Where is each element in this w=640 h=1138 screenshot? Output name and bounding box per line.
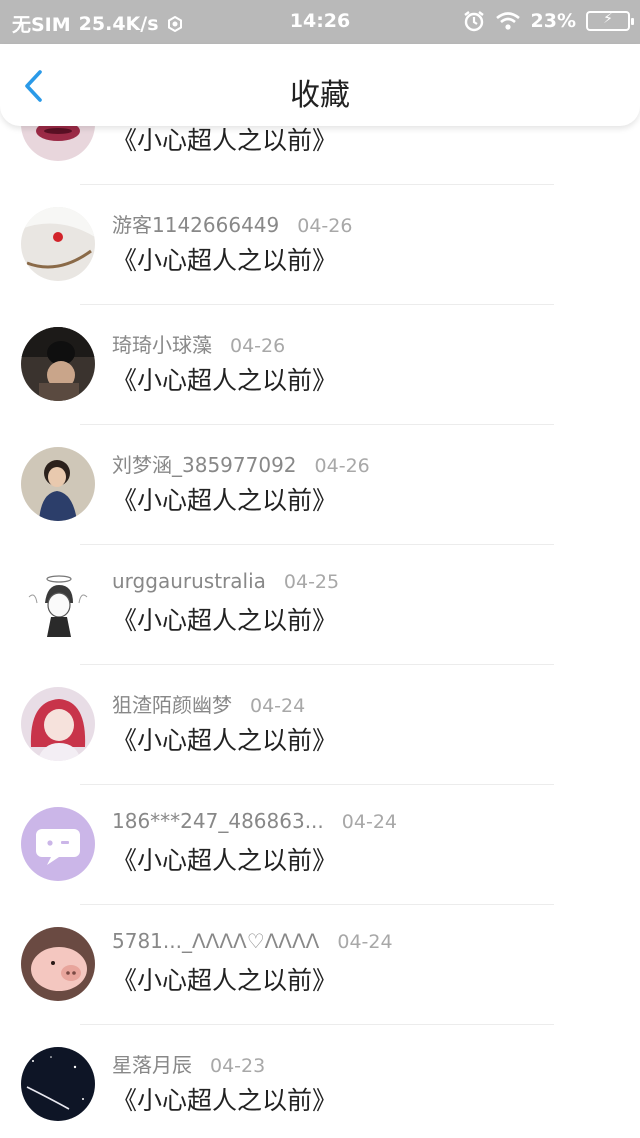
item-title[interactable]: 《小心超人之以前》 — [112, 961, 337, 997]
username[interactable]: 刘梦涵_385977092 — [112, 449, 297, 478]
username[interactable]: 琦琦小球藻 — [112, 329, 212, 358]
date: 04-26 — [230, 335, 286, 357]
anime-girl-avatar[interactable] — [21, 687, 95, 761]
date: 04-23 — [210, 1055, 266, 1077]
list-item[interactable]: 游客1142666449 04-26 《小心超人之以前》 — [0, 185, 640, 305]
date: 04-26 — [314, 455, 370, 477]
lips-avatar[interactable] — [21, 126, 95, 161]
list-item[interactable]: 《小心超人之以前》 — [0, 126, 640, 185]
chat-bubble-avatar[interactable] — [21, 807, 95, 881]
battery-icon: ⚡ — [586, 11, 634, 31]
list-item[interactable]: 刘梦涵_385977092 04-26 《小心超人之以前》 — [0, 425, 640, 545]
alarm-icon — [463, 11, 484, 32]
date: 04-24 — [250, 695, 306, 717]
item-title[interactable]: 《小心超人之以前》 — [112, 241, 337, 277]
page-title: 收藏 — [290, 78, 350, 113]
list-item[interactable]: 狙渣陌颜幽梦 04-24 《小心超人之以前》 — [0, 665, 640, 785]
battery-percent: 23% — [530, 10, 576, 32]
pig-avatar[interactable] — [21, 927, 95, 1001]
item-title[interactable]: 《小心超人之以前》 — [112, 601, 337, 637]
item-title[interactable]: 《小心超人之以前》 — [112, 1081, 337, 1117]
list-item[interactable]: 5781..._ᐱᐱᐱᐱ♡ᐱᐱᐱᐱ 04-24 《小心超人之以前》 — [0, 905, 640, 1025]
list-item[interactable]: 琦琦小球藻 04-26 《小心超人之以前》 — [0, 305, 640, 425]
angel-sketch-avatar[interactable] — [21, 567, 95, 641]
username[interactable]: urggaurustralia — [112, 569, 266, 593]
bracelet-avatar[interactable] — [21, 207, 95, 281]
item-title[interactable]: 《小心超人之以前》 — [112, 361, 337, 397]
date: 04-26 — [297, 215, 353, 237]
date: 04-24 — [337, 931, 393, 953]
date: 04-25 — [283, 571, 340, 593]
girl-avatar[interactable] — [21, 447, 95, 521]
nav-header: 收藏 — [0, 44, 640, 126]
username[interactable]: 游客1142666449 — [112, 209, 279, 238]
username[interactable]: 186***247_486863... — [112, 809, 324, 833]
clock: 14:26 — [289, 10, 351, 32]
item-title[interactable]: 《小心超人之以前》 — [112, 126, 337, 157]
item-title[interactable]: 《小心超人之以前》 — [112, 481, 337, 517]
wifi-icon — [495, 12, 520, 30]
username[interactable]: 5781..._ᐱᐱᐱᐱ♡ᐱᐱᐱᐱ — [112, 929, 319, 953]
night-sky-avatar[interactable] — [21, 1047, 95, 1121]
list-item[interactable]: urggaurustralia 04-25 《小心超人之以前》 — [0, 545, 640, 665]
favorites-list[interactable]: 《小心超人之以前》 游客1142666449 04-26 《小心超人之以前》 琦… — [0, 126, 640, 1138]
hat-avatar[interactable] — [21, 327, 95, 401]
date: 04-24 — [341, 811, 397, 833]
list-item[interactable]: 星落月辰 04-23 《小心超人之以前》 — [0, 1025, 640, 1138]
item-title[interactable]: 《小心超人之以前》 — [112, 721, 337, 757]
item-title[interactable]: 《小心超人之以前》 — [112, 841, 337, 877]
username[interactable]: 星落月辰 — [112, 1049, 192, 1078]
list-item[interactable]: 186***247_486863... 04-24 《小心超人之以前》 — [0, 785, 640, 905]
status-bar: 无SIM 25.4K/s 14:26 23% ⚡ — [0, 0, 640, 44]
username[interactable]: 狙渣陌颜幽梦 — [112, 689, 232, 718]
